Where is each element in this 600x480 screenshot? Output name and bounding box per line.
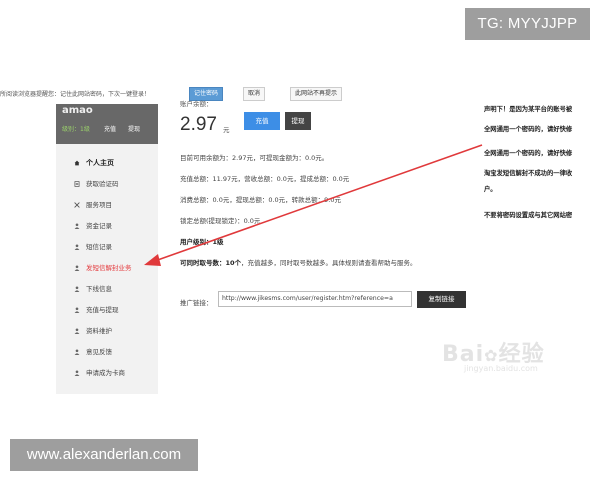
sidebar-item-services[interactable]: 服务项目 <box>56 196 158 214</box>
user-level-info: 用户级别：1级 <box>180 236 224 246</box>
locked-total-text: 锁定总额(提现锁定)：0.0元 <box>180 217 261 225</box>
recharge-button[interactable]: 充值 <box>244 112 280 130</box>
username: amao <box>62 105 93 116</box>
withdraw-button[interactable]: 提现 <box>285 112 311 130</box>
fetch-count-label: 可同时取号数： <box>180 259 226 267</box>
promo-link-input[interactable]: http://www.jikesms.com/user/register.htm… <box>218 291 412 307</box>
copy-link-button[interactable]: 复制链接 <box>417 291 466 308</box>
baidu-url: jingyan.baidu.com <box>464 364 538 373</box>
consumption-totals-text: 消费总额：0.0元，提现总额：0.0元，转款总额：9.0元 <box>180 196 342 204</box>
sidebar-withdraw-link[interactable]: 提现 <box>128 124 140 133</box>
watermark-telegram: TG: MYYJJPP <box>465 8 590 40</box>
sidebar-item-home[interactable]: 个人主页 <box>56 154 158 172</box>
user-icon <box>74 328 80 334</box>
user-icon <box>74 307 80 313</box>
sidebar-item-label: 申请成为卡商 <box>86 369 125 377</box>
sidebar-item-apply-merchant[interactable]: 申请成为卡商 <box>56 364 158 382</box>
fetch-count-value: 10个 <box>225 259 242 267</box>
sidebar: amao 级别：1级 充值 提现 个人主页 获取验证码 服务项目 资金记录 短信… <box>56 104 158 394</box>
baidu-jingyan-watermark: Bai✿经验 jingyan.baidu.com <box>442 336 572 378</box>
user-icon <box>74 223 80 229</box>
fetch-count-info: 可同时取号数：10个，充值越多，同时取号数越多。具体规则请查看帮助与服务。 <box>180 257 417 267</box>
notice-line: 声明下！是因为某平台的账号被 <box>484 106 573 113</box>
available-balance-text: 目前可用余额为：2.97元，可提现金额为：0.0元。 <box>180 154 329 162</box>
document-icon <box>74 181 80 187</box>
sidebar-item-label: 服务项目 <box>86 201 112 209</box>
sidebar-item-label: 个人主页 <box>86 159 114 167</box>
watermark-website: www.alexanderlan.com <box>10 439 198 471</box>
sidebar-item-downline-info[interactable]: 下线信息 <box>56 280 158 298</box>
user-profile-card: amao 级别：1级 充值 提现 <box>56 104 158 144</box>
notice-line: 淘宝发短信解封不成功的一律收 <box>484 170 573 177</box>
sidebar-item-label: 获取验证码 <box>86 180 119 188</box>
sidebar-recharge-link[interactable]: 充值 <box>104 124 116 133</box>
grid-icon <box>74 202 80 208</box>
notice-line: 全网通用一个密码的，请好快修 <box>484 126 573 133</box>
sidebar-item-label: 充值与提现 <box>86 306 119 314</box>
sidebar-item-label: 资料维护 <box>86 327 112 335</box>
account-main-panel: 账户余额： 2.97 元 充值 提现 目前可用余额为：2.97元，可提现金额为：… <box>170 96 470 396</box>
fetch-count-note: ，充值越多，同时取号数越多。具体规则请查看帮助与服务。 <box>241 259 417 267</box>
user-icon <box>74 349 80 355</box>
sidebar-item-profile-maintenance[interactable]: 资料维护 <box>56 322 158 340</box>
sidebar-item-label: 短信记录 <box>86 243 112 251</box>
sidebar-item-label: 意见反馈 <box>86 348 112 356</box>
user-icon <box>74 286 80 292</box>
promo-link-label: 推广链接： <box>180 299 213 307</box>
user-icon <box>74 370 80 376</box>
sidebar-item-fund-records[interactable]: 资金记录 <box>56 217 158 235</box>
notice-line: 全网通用一个密码的，请好快修 <box>484 150 573 157</box>
user-icon <box>74 265 80 271</box>
sidebar-item-sms-unblock[interactable]: 发短信解封业务 <box>56 259 158 277</box>
notice-line: 不要将密码设置成与其它网站密 <box>484 212 573 219</box>
sidebar-item-feedback[interactable]: 意见反馈 <box>56 343 158 361</box>
balance-value: 2.97 <box>180 114 217 135</box>
sidebar-item-label: 下线信息 <box>86 285 112 293</box>
password-prompt-text: 所阅读浏览器提醒您：记住此网站密码，下次一键登录！ <box>0 91 151 98</box>
balance-label: 账户余额： <box>180 100 213 108</box>
sidebar-item-label: 发短信解封业务 <box>86 264 132 272</box>
sidebar-item-get-code[interactable]: 获取验证码 <box>56 175 158 193</box>
notice-column: 声明下！是因为某平台的账号被 全网通用一个密码的，请好快修 全网通用一个密码的，… <box>484 104 600 234</box>
balance-unit: 元 <box>223 126 230 134</box>
recharge-totals-text: 充值总额：11.97元，营收总额：0.0元，提成总额：0.0元 <box>180 175 350 183</box>
user-level-value: 1级 <box>212 238 224 246</box>
user-icon <box>74 244 80 250</box>
sidebar-item-label: 资金记录 <box>86 222 112 230</box>
sidebar-item-recharge-withdraw[interactable]: 充值与提现 <box>56 301 158 319</box>
user-level-label: 用户级别： <box>180 238 213 246</box>
sidebar-item-sms-records[interactable]: 短信记录 <box>56 238 158 256</box>
notice-line: 户。 <box>484 186 497 193</box>
user-level: 级别：1级 <box>62 126 90 133</box>
home-icon <box>74 160 80 166</box>
